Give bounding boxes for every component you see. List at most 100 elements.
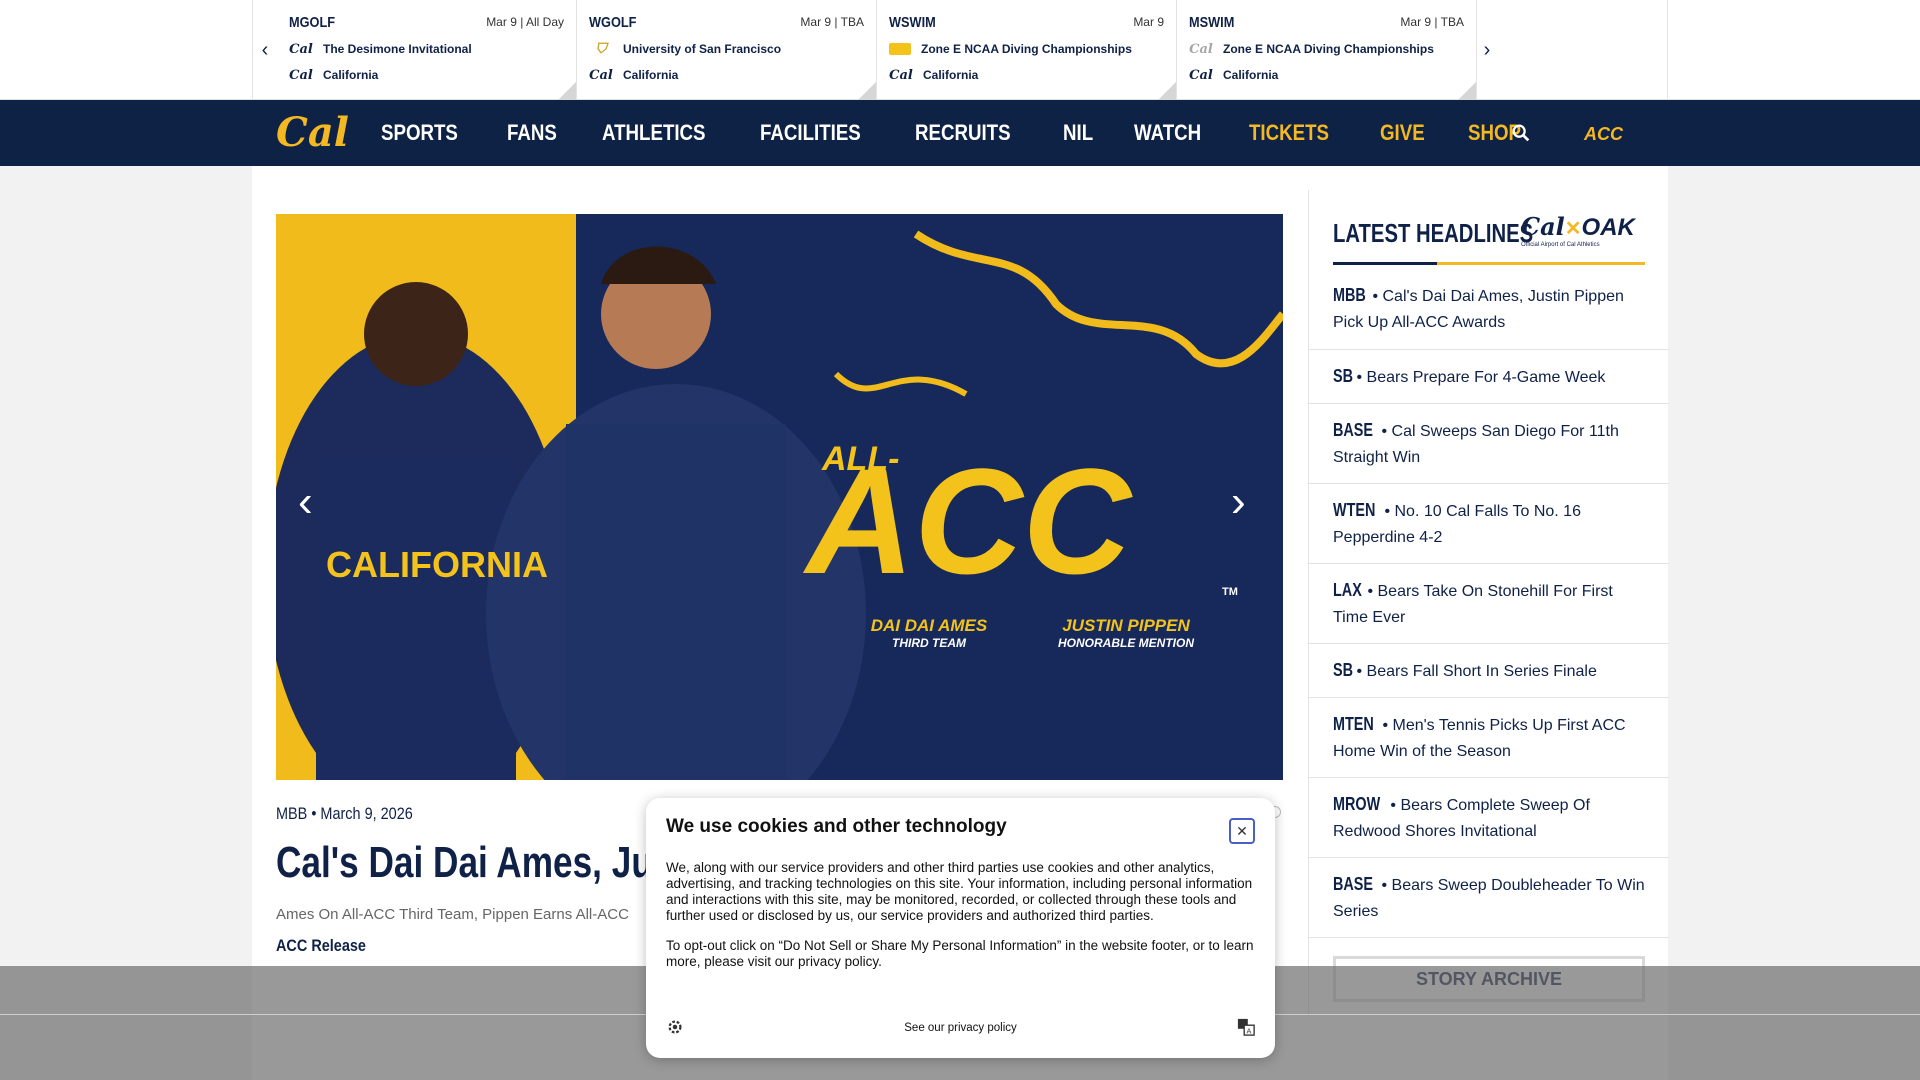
nav-item-nil[interactable]: NIL <box>1063 120 1093 146</box>
score-home-team: California <box>923 68 979 82</box>
nav-item-fans[interactable]: FANS <box>507 120 557 146</box>
headline-item[interactable]: MTEN • Men's Tennis Picks Up First ACC H… <box>1309 698 1669 778</box>
translate-icon[interactable]: A <box>1237 1018 1255 1036</box>
cal-script-icon: Cal <box>289 67 313 83</box>
headline-sport-tag: BASE <box>1333 419 1374 440</box>
score-date: Mar 9 | All Day <box>486 15 564 29</box>
cookie-consent-dialog: We use cookies and other technology ✕ We… <box>646 798 1275 1058</box>
nav-item-tickets[interactable]: TICKETS <box>1249 120 1329 146</box>
score-sport: WGOLF <box>589 13 637 31</box>
headline-text: Bears Take On Stonehill For First Time E… <box>1333 582 1613 626</box>
privacy-policy-link[interactable]: See our privacy policy <box>904 1022 1017 1034</box>
hero-prev-arrow-icon[interactable]: ‹ <box>298 480 328 524</box>
headline-item[interactable]: LAX • Bears Take On Stonehill For First … <box>1309 564 1669 644</box>
nav-item-athletics[interactable]: ATHLETICS <box>602 120 706 146</box>
hero-graphic <box>276 214 1283 780</box>
headline-sport-tag: MBB <box>1333 284 1366 305</box>
cookie-optout-text: To opt-out click on “Do Not Sell or Shar… <box>666 938 1254 969</box>
headline-text: Bears Prepare For 4-Game Week <box>1366 368 1606 386</box>
score-opponent: Zone E NCAA Diving Championships <box>921 42 1132 56</box>
headline-text: Cal Sweeps San Diego For 11th Straight W… <box>1333 422 1619 466</box>
score-sport: WSWIM <box>889 13 936 31</box>
headline-item[interactable]: SB • Bears Prepare For 4-Game Week <box>1309 350 1669 404</box>
score-sport: MSWIM <box>1189 13 1235 31</box>
sponsor-tagline: Official Airport of Cal Athletics <box>1521 242 1600 248</box>
score-card[interactable]: WGOLF Mar 9 | TBA ⛉ University of San Fran… <box>577 0 877 100</box>
headline-item[interactable]: BASE • Cal Sweeps San Diego For 11th Str… <box>1309 404 1669 484</box>
scores-carousel: ‹ MGOLF Mar 9 | All Day Cal The Desimone I… <box>252 0 1668 100</box>
headline-text: Bears Sweep Doubleheader To Win Series <box>1333 876 1645 920</box>
hero-jersey-text: CALIFORNIA <box>326 544 548 585</box>
nav-item-watch[interactable]: WATCH <box>1134 120 1201 146</box>
nav-item-give[interactable]: GIVE <box>1380 120 1425 146</box>
score-opponent: Zone E NCAA Diving Championships <box>1223 42 1434 56</box>
hero-player1-honor: THIRD TEAM <box>892 636 966 650</box>
acc-release-link[interactable]: ACC Release <box>276 936 366 956</box>
gear-icon[interactable] <box>666 1018 684 1036</box>
headline-sport-tag: WTEN <box>1333 499 1376 520</box>
story-meta: MBB • March 9, 2026 <box>276 804 413 823</box>
score-card[interactable]: MGOLF Mar 9 | All Day Cal The Desimone Inv… <box>277 0 577 100</box>
score-opponent: The Desimone Invitational <box>323 42 472 56</box>
oak-sponsor-logo[interactable]: Cal✕OAK Official Airport of Cal Athletic… <box>1521 212 1635 252</box>
nav-item-recruits[interactable]: RECRUITS <box>915 120 1011 146</box>
score-card[interactable]: MSWIM Mar 9 | TBA Cal Zone E NCAA Diving C… <box>1177 0 1477 100</box>
headline-rule <box>1333 262 1645 265</box>
score-date: Mar 9 <box>1133 15 1164 29</box>
headline-text: Bears Fall Short In Series Finale <box>1366 662 1597 680</box>
scores-bar: ‹ MGOLF Mar 9 | All Day Cal The Desimone I… <box>0 0 1920 100</box>
scores-right-blank <box>1729 0 1920 100</box>
cal-script-icon: Cal <box>889 67 913 83</box>
main-nav: Cal SPORTS FANS ATHLETICS FACILITIES REC… <box>0 100 1920 166</box>
cal-script-icon: Cal <box>1189 67 1213 83</box>
svg-text:A: A <box>1246 1026 1251 1035</box>
headline-sport-tag: MTEN <box>1333 713 1374 734</box>
scores-prev-arrow-icon[interactable]: ‹ <box>257 38 273 62</box>
card-fold <box>858 82 876 100</box>
sponsor-name: OAK <box>1581 214 1635 241</box>
hero-headline-big: ACC <box>806 437 1131 605</box>
nav-menu: SPORTS FANS ATHLETICS FACILITIES RECRUIT… <box>381 100 1567 166</box>
score-home-team: California <box>623 68 679 82</box>
headline-item[interactable]: SB • Bears Fall Short In Series Finale <box>1309 644 1669 698</box>
headline-sport-tag: LAX <box>1333 579 1362 600</box>
headline-item[interactable]: BASE • Bears Sweep Doubleheader To Win S… <box>1309 858 1669 938</box>
headline-sport-tag: SB <box>1333 659 1354 680</box>
headline-item[interactable]: MBB • Cal's Dai Dai Ames, Justin Pippen … <box>1309 268 1669 350</box>
headline-sport-tag: SB <box>1333 365 1354 386</box>
latest-headlines-title: LATEST HEADLINES <box>1333 218 1534 248</box>
nav-item-sports[interactable]: SPORTS <box>381 120 458 146</box>
hero-player2-name: JUSTIN PIPPEN <box>1062 616 1190 635</box>
card-fold <box>1158 82 1176 100</box>
hero-tm: TM <box>1222 586 1238 598</box>
score-home-team: California <box>323 68 379 82</box>
scores-next-arrow-icon[interactable]: › <box>1479 38 1495 62</box>
close-icon[interactable]: ✕ <box>1229 818 1255 844</box>
cookie-footer: See our privacy policy A <box>666 1018 1255 1038</box>
cal-logo[interactable]: Cal <box>276 108 349 158</box>
story-subtitle: Ames On All-ACC Third Team, Pippen Earns… <box>276 906 629 923</box>
nau-icon <box>889 43 911 55</box>
cal-script-icon: Cal <box>1189 41 1213 57</box>
score-date: Mar 9 | TBA <box>1400 15 1464 29</box>
headline-sport-tag: MROW <box>1333 793 1381 814</box>
card-fold <box>1458 82 1476 100</box>
nav-item-facilities[interactable]: FACILITIES <box>760 120 861 146</box>
score-card[interactable]: WSWIM Mar 9 Zone E NCAA Diving Championsh… <box>877 0 1177 100</box>
score-home-team: California <box>1223 68 1279 82</box>
cookie-body: We, along with our service providers and… <box>666 860 1253 923</box>
acc-logo[interactable]: ACC <box>1584 124 1632 144</box>
latest-headlines-panel: LATEST HEADLINES Cal✕OAK Official Airpor… <box>1308 190 1669 1016</box>
hero-player1-name: DAI DAI AMES <box>870 616 988 635</box>
cal-script-icon: Cal <box>589 67 613 83</box>
usf-shield-icon: ⛉ <box>595 41 607 57</box>
headline-text: Men's Tennis Picks Up First ACC Home Win… <box>1333 716 1626 760</box>
story-title[interactable]: Cal's Dai Dai Ames, Justi <box>276 838 694 888</box>
hero-next-arrow-icon[interactable]: › <box>1231 480 1261 524</box>
headline-item[interactable]: MROW • Bears Complete Sweep Of Redwood S… <box>1309 778 1669 858</box>
hero-carousel[interactable]: ALL- ACC TM DAI DAI AMES THIRD TEAM JUST… <box>276 214 1283 780</box>
card-fold <box>558 82 576 100</box>
headline-item[interactable]: WTEN • No. 10 Cal Falls To No. 16 Pepper… <box>1309 484 1669 564</box>
headline-sport-tag: BASE <box>1333 873 1374 894</box>
search-icon[interactable] <box>1510 122 1532 144</box>
